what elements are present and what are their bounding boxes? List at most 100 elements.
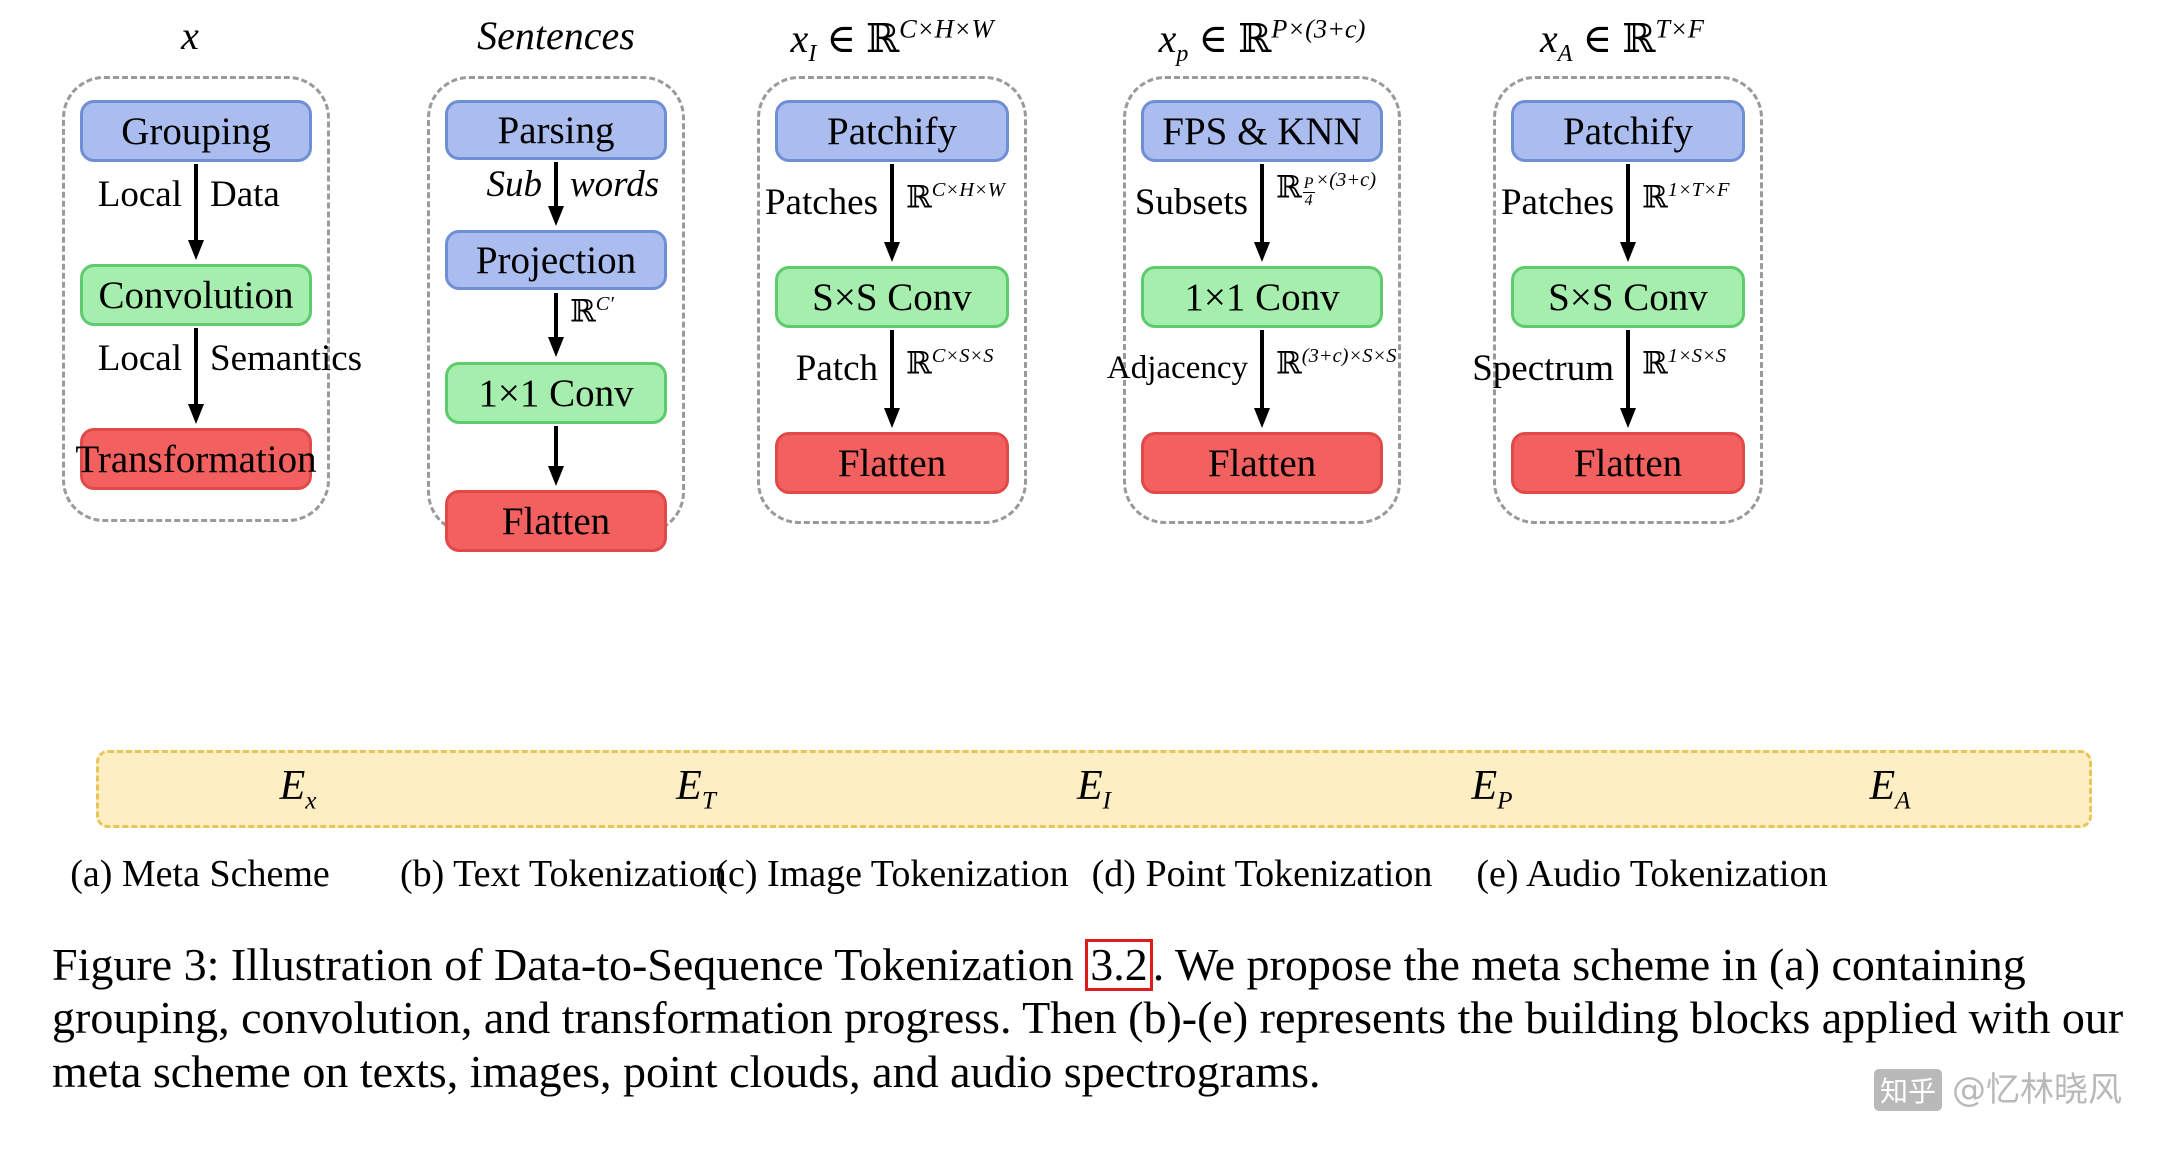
connector-e-1-right-label: ℝ1×S×S xyxy=(1642,345,1727,382)
watermark: 知乎 @忆林晓风 xyxy=(1873,1062,2122,1111)
subcaption-row: (a) Meta Scheme (b) Text Tokenization (c… xyxy=(0,855,2182,893)
node-flatten-point-label: Flatten xyxy=(1207,441,1317,485)
panel-c-heading-text: xI ∈ ℝC×H×W xyxy=(790,14,994,68)
node-sxs-conv-image[interactable]: S×S Conv xyxy=(775,266,1009,328)
encoder-EA-sub: A xyxy=(1895,787,1911,815)
node-fps-knn[interactable]: FPS & KNN xyxy=(1141,100,1383,162)
node-patchify-audio[interactable]: Patchify xyxy=(1511,100,1745,162)
node-1x1-conv-point-label: 1×1 Conv xyxy=(1184,275,1340,319)
connector-e-0-left-label: Patches xyxy=(1500,182,1614,223)
connector-e-0: Patches ℝ1×T×F xyxy=(1496,162,1760,266)
connector-a-1: Local Semantics xyxy=(65,326,362,428)
node-projection[interactable]: Projection xyxy=(445,230,667,290)
node-transformation[interactable]: Transformation xyxy=(75,428,317,490)
arrow-down-icon xyxy=(188,164,204,260)
connector-b-1-right-label: ℝC′ xyxy=(570,293,614,330)
encoder-ET-sub: T xyxy=(701,787,716,815)
panel-meta-scheme: x Grouping Local Data Convolution Local … xyxy=(0,0,400,545)
subcaption-d: (d) Point Tokenization xyxy=(1091,853,1433,895)
connector-d-1: Adjacency ℝ(3+c)×S×S xyxy=(1107,328,1398,432)
encoder-label-EI: EI xyxy=(895,765,1293,814)
connector-c-0-right-label: ℝC×H×W xyxy=(906,179,1005,216)
connector-e-1: Spectrum ℝ1×S×S xyxy=(1472,328,1760,432)
node-transformation-label: Transformation xyxy=(75,437,317,481)
watermark-username: @忆林晓风 xyxy=(1952,1070,2122,1110)
panel-d-heading: xp ∈ ℝP×(3+c) xyxy=(1072,16,1452,67)
encoder-bar: Ex ET EI EP EA xyxy=(96,750,2092,828)
panel-c-heading: xI ∈ ℝC×H×W xyxy=(712,14,1072,68)
connector-c-1-left-label: Patch xyxy=(795,348,878,389)
node-parsing-label: Parsing xyxy=(497,108,615,152)
panel-e-heading-text: xA ∈ ℝT×F xyxy=(1540,14,1704,68)
panel-point-tokenization: xp ∈ ℝP×(3+c) FPS & KNN Subsets ℝ P 4 ×(3+c… xyxy=(1072,0,1452,545)
encoder-Ex-sub: x xyxy=(305,787,317,815)
encoder-Ex-base: E xyxy=(279,762,306,809)
node-sxs-conv-audio-label: S×S Conv xyxy=(1548,275,1708,319)
node-patchify-audio-label: Patchify xyxy=(1563,109,1693,153)
subcaption-b: (b) Text Tokenization xyxy=(400,853,727,895)
arrow-down-icon xyxy=(548,426,564,486)
connector-b-1: ℝC′ xyxy=(430,290,682,362)
node-flatten-audio-label: Flatten xyxy=(1573,441,1683,485)
encoder-EP-sub: P xyxy=(1497,787,1513,815)
encoder-label-ET: ET xyxy=(497,765,895,814)
panel-a-heading: x xyxy=(0,16,390,56)
figure-3-tokenization-diagram: x Grouping Local Data Convolution Local … xyxy=(0,0,2182,1167)
node-sxs-conv-audio[interactable]: S×S Conv xyxy=(1511,266,1745,328)
connector-c-1-right-label: ℝC×S×S xyxy=(906,345,994,382)
encoder-label-Ex: Ex xyxy=(99,765,497,814)
section-reference-link[interactable]: 3.2 xyxy=(1085,939,1153,991)
subcaption-c: (c) Image Tokenization xyxy=(715,853,1069,895)
figure-caption-pre: Figure 3: Illustration of Data-to-Sequen… xyxy=(52,939,1086,990)
connector-d-0-left-label: Subsets xyxy=(1134,182,1248,223)
node-sxs-conv-image-label: S×S Conv xyxy=(812,275,972,319)
node-flatten-text-label: Flatten xyxy=(501,499,611,543)
arrow-down-icon xyxy=(548,293,564,357)
connector-b-0-left-label: Sub xyxy=(486,164,543,205)
panel-e-stack: Patchify Patches ℝ1×T×F S×S Conv Spectru… xyxy=(1472,100,1760,494)
node-flatten-text[interactable]: Flatten xyxy=(445,490,667,552)
connector-d-1-left-label: Adjacency xyxy=(1106,350,1248,386)
node-1x1-conv-text[interactable]: 1×1 Conv xyxy=(445,362,667,424)
node-1x1-conv-point[interactable]: 1×1 Conv xyxy=(1141,266,1383,328)
panel-a-stack: Grouping Local Data Convolution Local Se… xyxy=(65,100,362,490)
panel-c-stack: Patchify Patches ℝC×H×W S×S Conv Patch ℝ… xyxy=(760,100,1024,494)
arrow-down-icon xyxy=(884,330,900,428)
node-convolution[interactable]: Convolution xyxy=(80,264,312,326)
panel-image-tokenization: xI ∈ ℝC×H×W Patchify Patches ℝC×H×W S×S … xyxy=(712,0,1072,545)
node-projection-label: Projection xyxy=(475,238,637,282)
arrow-down-icon xyxy=(1254,164,1270,262)
connector-a-0-right-label: Data xyxy=(210,174,280,215)
arrow-down-icon xyxy=(1254,330,1270,428)
connector-b-2 xyxy=(430,424,682,490)
node-flatten-point[interactable]: Flatten xyxy=(1141,432,1383,494)
encoder-label-EP: EP xyxy=(1293,765,1691,814)
node-grouping[interactable]: Grouping xyxy=(80,100,312,162)
node-1x1-conv-text-label: 1×1 Conv xyxy=(478,371,634,415)
connector-a-0-left-label: Local xyxy=(97,174,182,215)
panel-e-heading: xA ∈ ℝT×F xyxy=(1422,14,1822,68)
connector-c-0-left-label: Patches xyxy=(764,182,878,223)
node-flatten-image[interactable]: Flatten xyxy=(775,432,1009,494)
connector-a-1-right-label: Semantics xyxy=(210,338,363,379)
connector-a-0: Local Data xyxy=(65,162,327,264)
connector-e-1-left-label: Spectrum xyxy=(1472,348,1614,389)
node-patchify-image-label: Patchify xyxy=(827,109,957,153)
node-parsing[interactable]: Parsing xyxy=(445,100,667,160)
node-patchify-image[interactable]: Patchify xyxy=(775,100,1009,162)
panel-b-heading-text: Sentences xyxy=(477,13,635,58)
encoder-EP-base: E xyxy=(1471,762,1498,809)
encoder-ET-base: E xyxy=(676,762,702,809)
connector-e-0-right-label: ℝ1×T×F xyxy=(1642,179,1730,216)
panel-a-heading-text: x xyxy=(181,13,199,58)
node-convolution-label: Convolution xyxy=(98,273,294,317)
connector-b-0: Sub words xyxy=(430,160,682,230)
panel-d-stack: FPS & KNN Subsets ℝP4×(3+c) 1×1 Conv xyxy=(1107,100,1398,494)
connector-c-0: Patches ℝC×H×W xyxy=(760,162,1024,266)
node-flatten-audio[interactable]: Flatten xyxy=(1511,432,1745,494)
subcaption-e: (e) Audio Tokenization xyxy=(1476,853,1828,895)
arrow-down-icon xyxy=(884,164,900,262)
connector-d-1-right-label: ℝ(3+c)×S×S xyxy=(1276,345,1397,382)
encoder-EA-base: E xyxy=(1869,762,1896,809)
connector-a-1-left-label: Local xyxy=(97,338,182,379)
